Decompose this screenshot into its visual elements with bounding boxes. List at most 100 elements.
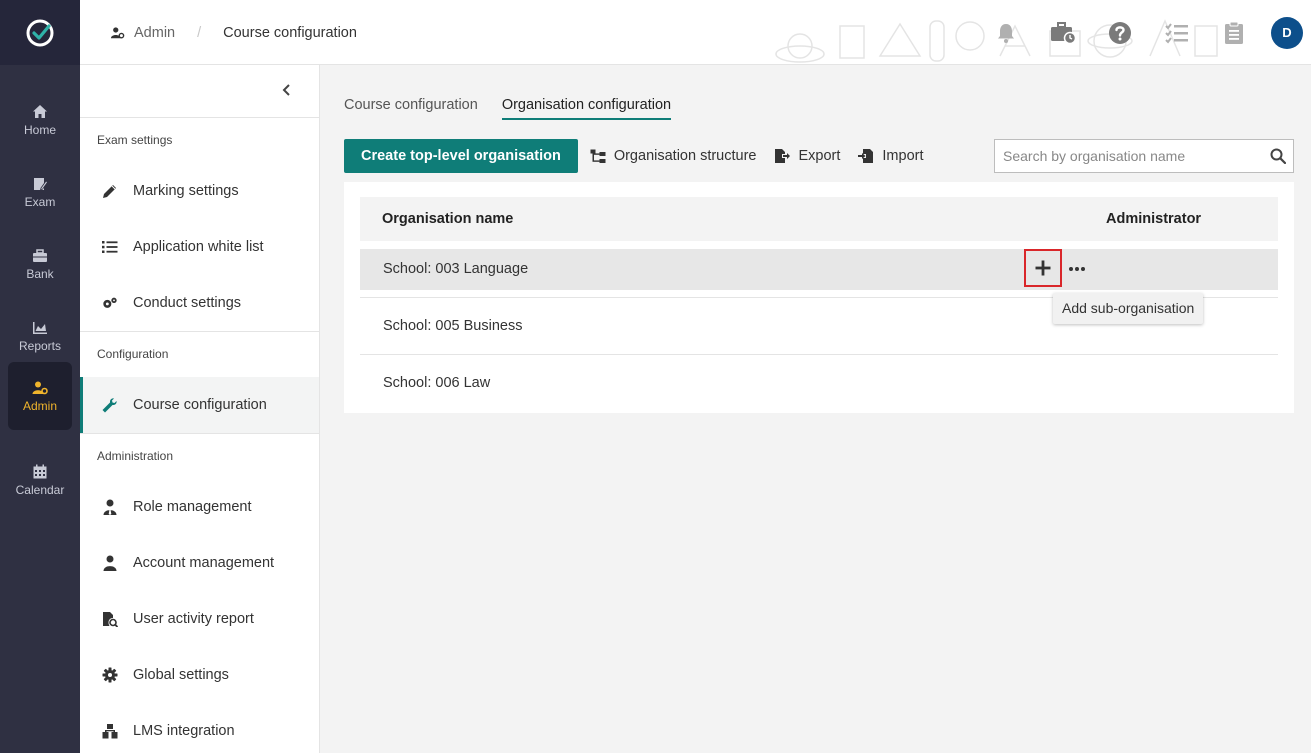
- sidebar-item-label: LMS integration: [133, 723, 235, 739]
- rail-item-admin[interactable]: Admin: [8, 362, 72, 430]
- tab-course-configuration[interactable]: Course configuration: [344, 95, 478, 120]
- more-horizontal-icon: [1069, 267, 1085, 271]
- sidebar-item-role-management[interactable]: Role management: [80, 479, 319, 535]
- gear-icon: [102, 667, 118, 683]
- header-actions: D: [977, 0, 1311, 65]
- logo-icon: [26, 19, 54, 46]
- organisation-structure-button[interactable]: Organisation structure: [590, 148, 756, 164]
- user-avatar[interactable]: D: [1271, 16, 1303, 49]
- rail-item-exam[interactable]: Exam: [8, 158, 72, 226]
- add-sub-organisation-button[interactable]: [1024, 249, 1062, 287]
- search-button[interactable]: [1263, 148, 1293, 164]
- file-search-icon: [103, 612, 118, 627]
- breadcrumb-current: Course configuration: [223, 24, 357, 41]
- rail-item-home[interactable]: Home: [8, 86, 72, 154]
- briefcase-clock-icon: [1050, 21, 1076, 44]
- sidebar-item-label: Conduct settings: [133, 295, 242, 311]
- settings-sidebar: Exam settings Marking settings Applicati…: [80, 65, 320, 753]
- checklist-icon: [1164, 22, 1188, 44]
- sidebar-item-label: Role management: [133, 499, 252, 515]
- rail-label: Calendar: [15, 482, 65, 497]
- top-header: Admin / Course configuration D: [80, 0, 1311, 65]
- sidebar-item-label: Course configuration: [133, 397, 267, 413]
- sidebar-item-lms-integration[interactable]: LMS integration: [80, 703, 319, 753]
- section-title-exam-settings: Exam settings: [97, 133, 173, 147]
- column-header-administrator: Administrator: [1106, 211, 1202, 227]
- sidebar-item-label: Marking settings: [133, 183, 239, 199]
- help-button[interactable]: [1091, 0, 1148, 65]
- home-icon: [33, 104, 47, 118]
- tab-organisation-configuration[interactable]: Organisation configuration: [501, 95, 672, 120]
- pencil-icon: [103, 185, 116, 198]
- add-sub-organisation-tooltip: Add sub-organisation: [1053, 293, 1204, 324]
- sidebar-item-course-configuration[interactable]: Course configuration: [80, 377, 319, 433]
- reports-icon: [33, 321, 47, 334]
- import-button[interactable]: Import: [858, 148, 924, 164]
- sidebar-item-label: Account management: [133, 555, 275, 571]
- gears-icon: [103, 297, 117, 308]
- clipboard-icon: [1224, 21, 1243, 44]
- user-tie-icon: [103, 499, 117, 515]
- export-button[interactable]: Export: [774, 148, 840, 164]
- export-label: Export: [798, 148, 841, 164]
- table-header: Organisation name Administrator: [360, 197, 1278, 241]
- bank-icon: [33, 248, 47, 262]
- sidebar-item-marking-settings[interactable]: Marking settings: [80, 163, 319, 219]
- table-row[interactable]: School: 006 Law: [360, 363, 1278, 404]
- import-icon: [858, 149, 874, 163]
- breadcrumb: Admin / Course configuration: [110, 0, 357, 65]
- chevron-left-icon[interactable]: [281, 83, 293, 97]
- user-icon: [103, 555, 117, 571]
- scheduled-tasks-button[interactable]: [1034, 0, 1091, 65]
- bell-icon: [997, 23, 1014, 43]
- admin-icon: [32, 381, 48, 394]
- clipboard-button[interactable]: [1205, 0, 1262, 65]
- sidebar-item-global-settings[interactable]: Global settings: [80, 647, 319, 703]
- rail-item-bank[interactable]: Bank: [8, 230, 72, 298]
- table-row[interactable]: School: 003 Language: [360, 249, 1278, 290]
- toolbar: Create top-level organisation Organisati…: [344, 139, 930, 173]
- question-icon: [1108, 21, 1131, 44]
- rail-label: Exam: [24, 194, 56, 209]
- rail-label: Home: [23, 122, 56, 137]
- organisation-name-cell: School: 006 Law: [383, 375, 491, 391]
- sidebar-item-account-management[interactable]: Account management: [80, 535, 319, 591]
- section-title-administration: Administration: [97, 449, 174, 463]
- task-list-button[interactable]: [1148, 0, 1205, 65]
- rail-label: Reports: [18, 338, 62, 353]
- config-tabs: Course configuration Organisation config…: [344, 95, 695, 120]
- sidebar-collapse-bar: [80, 65, 319, 118]
- rail-item-reports[interactable]: Reports: [8, 302, 72, 370]
- organisation-name-cell: School: 005 Business: [383, 318, 523, 334]
- left-rail: Home Exam Bank Reports Admin Calendar: [0, 0, 80, 753]
- sidebar-item-label: Global settings: [133, 667, 229, 683]
- plus-icon: [1035, 260, 1051, 276]
- breadcrumb-separator: /: [197, 24, 202, 41]
- calendar-icon: [33, 464, 47, 478]
- row-divider: [360, 354, 1278, 355]
- column-header-organisation-name: Organisation name: [382, 211, 514, 227]
- section-title-configuration: Configuration: [97, 347, 169, 361]
- search-icon: [1270, 148, 1286, 164]
- sidebar-item-application-white-list[interactable]: Application white list: [80, 219, 319, 275]
- more-actions-button[interactable]: [1066, 259, 1088, 279]
- breadcrumb-admin-label: Admin: [134, 24, 176, 41]
- integration-icon: [102, 724, 118, 739]
- breadcrumb-admin[interactable]: Admin: [110, 25, 175, 41]
- notifications-button[interactable]: [977, 0, 1034, 65]
- sidebar-item-conduct-settings[interactable]: Conduct settings: [80, 275, 319, 331]
- search-box: [994, 139, 1294, 173]
- exam-icon: [34, 177, 48, 190]
- app-logo[interactable]: [0, 0, 80, 65]
- admin-icon: [110, 26, 125, 39]
- organisation-name-cell: School: 003 Language: [383, 261, 529, 277]
- create-top-level-organisation-button[interactable]: Create top-level organisation: [344, 139, 578, 173]
- sidebar-item-label: Application white list: [133, 239, 264, 255]
- rail-label: Bank: [26, 266, 54, 281]
- organisation-search-input[interactable]: [995, 140, 1263, 172]
- sidebar-item-user-activity-report[interactable]: User activity report: [80, 591, 319, 647]
- export-icon: [775, 149, 791, 163]
- rail-item-calendar[interactable]: Calendar: [8, 446, 72, 514]
- sitemap-icon: [590, 149, 606, 163]
- sidebar-item-label: User activity report: [133, 611, 254, 627]
